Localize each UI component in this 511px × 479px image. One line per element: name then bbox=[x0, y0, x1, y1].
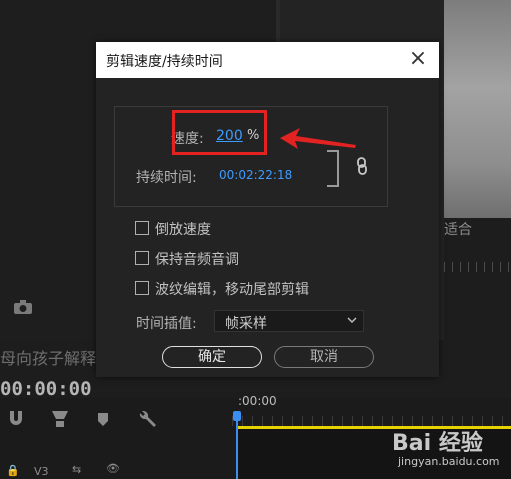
maintain-pitch-checkbox[interactable] bbox=[135, 251, 149, 265]
program-preview-image bbox=[444, 0, 511, 218]
marker-icon[interactable] bbox=[98, 413, 108, 426]
timeline-toolbar bbox=[10, 410, 156, 427]
reverse-speed-checkbox[interactable] bbox=[135, 221, 149, 235]
ripple-edit-checkbox[interactable] bbox=[135, 281, 149, 295]
duration-value-field[interactable]: 00:02:22:18 bbox=[219, 168, 292, 182]
wrench-icon[interactable] bbox=[139, 410, 156, 427]
track-header-v3: 🔒 V3 ⇆ 👁 bbox=[0, 460, 232, 479]
maintain-pitch-label: 保持音频音调 bbox=[155, 252, 239, 268]
baidu-watermark-url: jingyan.baidu.com bbox=[398, 455, 500, 468]
magnet-icon[interactable] bbox=[10, 411, 22, 425]
close-icon[interactable]: × bbox=[407, 48, 429, 70]
dialog-titlebar[interactable]: 剪辑速度/持续时间 × bbox=[96, 42, 439, 78]
ruler-timecode: :00:00 bbox=[238, 394, 277, 408]
eye-icon[interactable]: 👁 bbox=[106, 462, 120, 475]
maintain-pitch-option[interactable]: 保持音频音调 bbox=[135, 249, 239, 269]
chain-link-icon[interactable] bbox=[356, 157, 368, 175]
chevron-down-icon bbox=[347, 317, 357, 324]
interpolation-value: 帧采样 bbox=[225, 316, 267, 332]
camera-icon[interactable] bbox=[12, 298, 34, 316]
sequence-title[interactable]: 母向孩子解释 bbox=[0, 345, 96, 369]
annotation-highlight-box bbox=[172, 110, 267, 155]
lock-icon[interactable]: 🔒 bbox=[6, 464, 20, 477]
cancel-button[interactable]: 取消 bbox=[274, 346, 374, 368]
interpolation-label: 时间插值: bbox=[136, 316, 197, 332]
playhead[interactable] bbox=[236, 412, 238, 479]
playhead-handle[interactable] bbox=[233, 411, 241, 421]
monitor-ruler bbox=[444, 262, 511, 272]
track-label: V3 bbox=[34, 465, 49, 478]
reverse-speed-option[interactable]: 倒放速度 bbox=[135, 219, 211, 239]
dialog-title: 剪辑速度/持续时间 bbox=[106, 54, 223, 70]
timeline-timecode[interactable]: 00:00:00 bbox=[0, 378, 92, 400]
linked-selection-icon[interactable] bbox=[52, 411, 68, 427]
ripple-edit-label: 波纹编辑，移动尾部剪辑 bbox=[155, 282, 309, 298]
duration-label: 持续时间: bbox=[136, 170, 197, 186]
ok-button[interactable]: 确定 bbox=[162, 346, 262, 368]
baidu-watermark-logo: Bai 经验 bbox=[392, 431, 483, 456]
ripple-edit-option[interactable]: 波纹编辑，移动尾部剪辑 bbox=[135, 279, 309, 299]
annotation-arrow bbox=[280, 128, 356, 149]
interpolation-select[interactable]: 帧采样 bbox=[214, 310, 364, 332]
reverse-speed-label: 倒放速度 bbox=[155, 222, 211, 238]
link-bracket bbox=[327, 150, 339, 187]
fit-dropdown[interactable]: 适合 bbox=[444, 219, 472, 239]
sync-lock-icon[interactable]: ⇆ bbox=[72, 463, 81, 476]
